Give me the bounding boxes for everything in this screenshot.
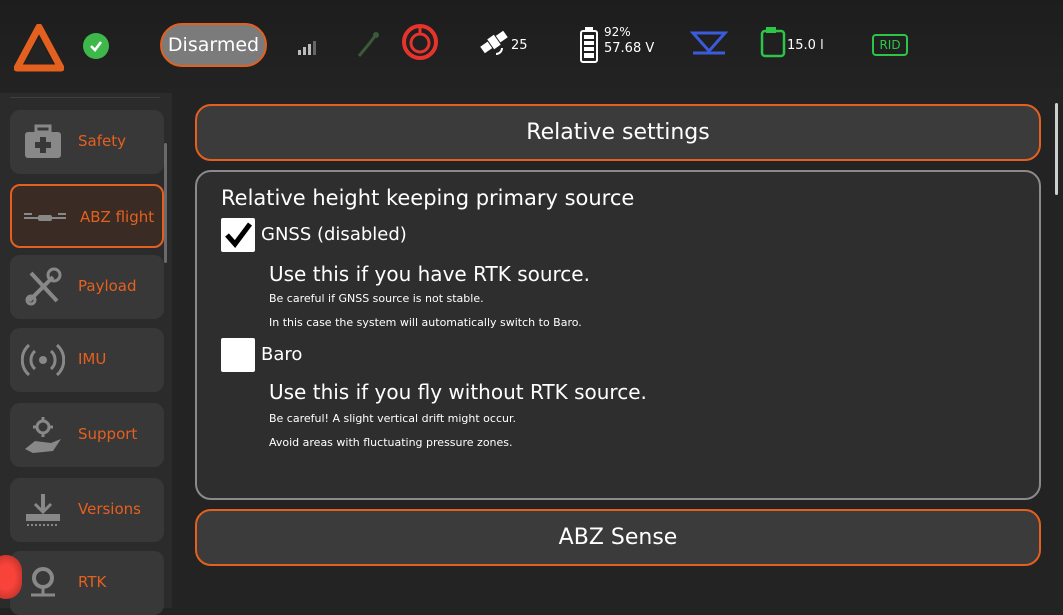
gnss-option-label: GNSS (disabled) bbox=[261, 224, 407, 245]
sprayer-icon bbox=[357, 32, 379, 57]
baro-option-headline: Use this if you fly without RTK source. bbox=[269, 380, 647, 404]
tank-icon[interactable] bbox=[760, 26, 786, 58]
system-ok-icon[interactable] bbox=[83, 33, 109, 59]
rtk-status-icon[interactable] bbox=[690, 29, 728, 59]
battery-voltage: 57.68 V bbox=[604, 41, 655, 56]
sidebar-item-support[interactable]: Support bbox=[10, 403, 164, 467]
sidebar-divider bbox=[10, 97, 160, 98]
main-scrollbar[interactable] bbox=[1055, 103, 1058, 195]
signal-strength-icon bbox=[298, 41, 316, 55]
tools-icon bbox=[18, 266, 68, 308]
checkmark-icon bbox=[225, 222, 252, 248]
relative-settings-button[interactable]: Relative settings bbox=[195, 104, 1041, 161]
sidebar-item-versions[interactable]: Versions bbox=[10, 478, 164, 542]
arm-state-button[interactable]: Disarmed bbox=[160, 23, 267, 67]
gnss-option-note: In this case the system will automatical… bbox=[269, 316, 582, 329]
app-logo[interactable] bbox=[14, 24, 64, 72]
broadcast-icon bbox=[18, 339, 68, 381]
battery-icon[interactable] bbox=[580, 27, 598, 63]
panel-title: Relative height keeping primary source bbox=[221, 186, 635, 210]
gnss-option-note: Be careful if GNSS source is not stable. bbox=[269, 292, 484, 305]
sidebar-item-abz-flight[interactable]: ABZ flight bbox=[10, 184, 164, 248]
first-aid-kit-icon bbox=[18, 121, 68, 163]
status-bar: Disarmed 25 92% 57.68 V 15.0 l RID bbox=[0, 0, 1063, 93]
gnss-option-headline: Use this if you have RTK source. bbox=[269, 262, 590, 286]
sidebar-item-safety[interactable]: Safety bbox=[10, 110, 164, 174]
tank-level: 15.0 l bbox=[787, 38, 824, 53]
sidebar-item-label: Safety bbox=[78, 132, 126, 150]
settings-sidebar: Safety ABZ flight Payload IMU Support Ve… bbox=[0, 93, 172, 615]
sidebar-scrollbar[interactable] bbox=[164, 143, 167, 263]
abz-sense-button[interactable]: ABZ Sense bbox=[195, 509, 1041, 566]
support-hand-gear-icon bbox=[18, 414, 68, 456]
remote-id-badge[interactable]: RID bbox=[872, 34, 908, 56]
baro-option-label: Baro bbox=[261, 344, 303, 365]
satellite-count: 25 bbox=[511, 38, 528, 53]
relative-height-panel: Relative height keeping primary source G… bbox=[195, 170, 1041, 500]
sidebar-item-label: ABZ flight bbox=[80, 208, 155, 226]
baro-option-note: Avoid areas with fluctuating pressure zo… bbox=[269, 436, 513, 449]
baro-checkbox[interactable] bbox=[221, 338, 255, 372]
sidebar-item-label: RTK bbox=[78, 573, 107, 591]
battery-percent: 92% bbox=[604, 25, 631, 39]
sidebar-item-rtk[interactable]: RTK bbox=[10, 551, 164, 615]
baro-option-note: Be careful! A slight vertical drift migh… bbox=[269, 412, 516, 425]
gnss-checkbox[interactable] bbox=[221, 218, 255, 252]
sidebar-item-label: Versions bbox=[78, 500, 141, 518]
sidebar-item-label: Support bbox=[78, 425, 138, 443]
sidebar-item-label: Payload bbox=[78, 277, 137, 295]
download-icon bbox=[18, 489, 68, 531]
sidebar-item-imu[interactable]: IMU bbox=[10, 328, 164, 392]
target-alert-icon[interactable] bbox=[400, 22, 440, 62]
location-pin-icon bbox=[18, 562, 68, 604]
satellite-icon[interactable] bbox=[478, 26, 510, 62]
sidebar-item-label: IMU bbox=[78, 350, 107, 368]
drone-icon bbox=[20, 197, 70, 239]
sidebar-item-payload[interactable]: Payload bbox=[10, 255, 164, 319]
floating-action-knob[interactable] bbox=[0, 555, 22, 599]
